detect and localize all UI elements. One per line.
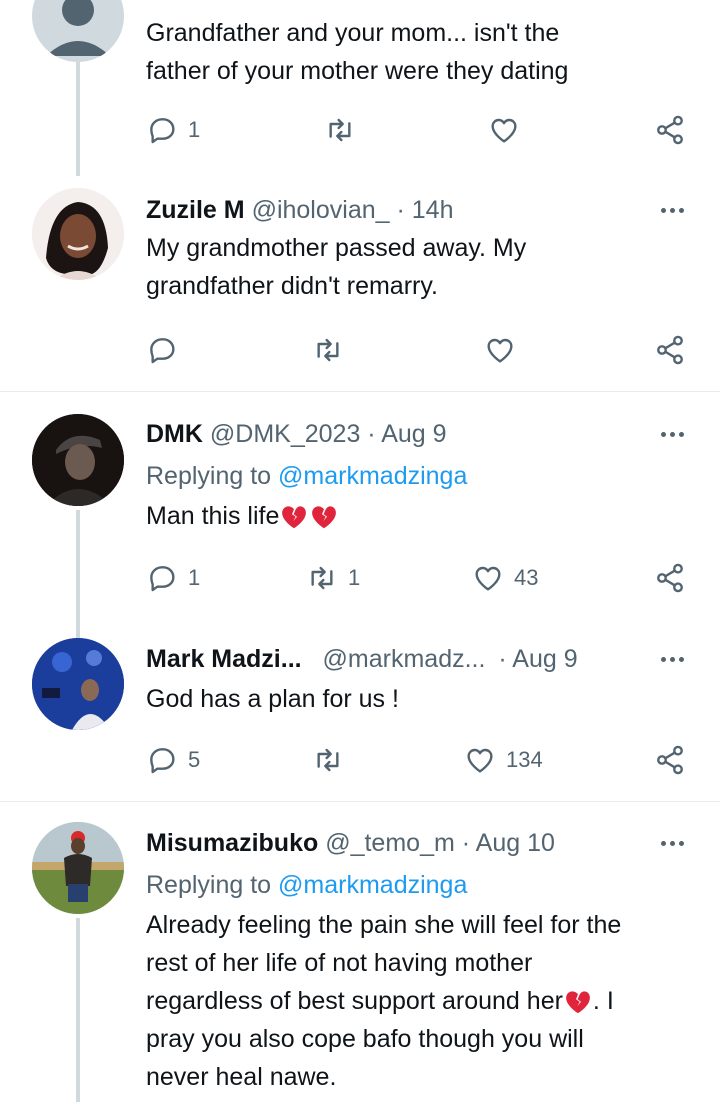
replying-to: Replying to @markmadzinga xyxy=(146,462,468,490)
like-button[interactable] xyxy=(488,110,520,150)
like-icon xyxy=(487,338,513,363)
share-icon xyxy=(657,563,683,593)
more-icon xyxy=(660,207,666,213)
mention-link[interactable]: @markmadzinga xyxy=(278,871,467,899)
reply-button[interactable]: 1 xyxy=(146,558,200,598)
tweet-header: Misumazibuko @_temo_m · Aug 10 xyxy=(146,826,700,860)
thread-line xyxy=(76,918,80,1102)
tweet-header: Mark Madzi... @markmadz... · Aug 9 xyxy=(146,642,700,676)
replying-to: Replying to @markmadzinga xyxy=(146,871,468,899)
reply-button[interactable]: 1 xyxy=(146,110,200,150)
tweet-time[interactable]: · Aug 9 xyxy=(498,645,577,673)
share-button[interactable] xyxy=(654,330,686,370)
user-handle[interactable]: @iholovian_ xyxy=(252,196,390,224)
tweet-header: Zuzile M @iholovian_ · 14h xyxy=(146,193,700,227)
tweet-text: Man this life xyxy=(146,497,700,535)
broken-heart-emoji xyxy=(566,991,590,1014)
user-handle[interactable]: @_temo_m xyxy=(325,829,455,857)
tweet-text: Already feeling the pain she will feel f… xyxy=(146,911,622,1091)
tweet-text: God has a plan for us ! xyxy=(146,685,399,713)
like-button[interactable]: 43 xyxy=(472,558,538,598)
tweet-header: DMK @DMK_2023 · Aug 9 xyxy=(146,417,700,451)
like-icon xyxy=(467,748,493,773)
retweet-button[interactable] xyxy=(312,330,344,370)
share-icon xyxy=(657,115,683,145)
more-options-button[interactable] xyxy=(654,424,690,444)
display-name[interactable]: Misumazibuko xyxy=(146,829,318,857)
mention-link[interactable]: @markmadzinga xyxy=(278,462,467,490)
more-options-button[interactable] xyxy=(654,649,690,669)
share-button[interactable] xyxy=(654,110,686,150)
reply-button[interactable] xyxy=(146,330,178,370)
more-options-button[interactable] xyxy=(654,200,690,220)
broken-heart-emoji xyxy=(312,506,337,529)
avatar-dmk[interactable] xyxy=(32,414,124,506)
like-count: 134 xyxy=(506,747,543,772)
retweet-icon xyxy=(311,566,333,590)
display-name[interactable]: DMK xyxy=(146,420,203,448)
retweet-icon xyxy=(317,748,339,772)
like-icon xyxy=(491,118,517,143)
share-icon xyxy=(657,745,683,775)
tweet-text: Grandfather and your mom... isn't the fa… xyxy=(146,19,569,85)
tweet-text: My grandmother passed away. My grandfath… xyxy=(146,234,527,300)
tweet-actions: 5 134 xyxy=(146,740,694,780)
tweet-divider xyxy=(0,801,720,802)
share-button[interactable] xyxy=(654,740,686,780)
retweet-button[interactable] xyxy=(324,110,356,150)
display-name[interactable]: Zuzile M xyxy=(146,196,245,224)
reply-icon xyxy=(150,566,175,592)
like-button[interactable] xyxy=(484,330,516,370)
thread-line xyxy=(76,510,80,638)
reply-icon xyxy=(150,338,175,364)
user-handle[interactable]: @markmadz... xyxy=(323,645,486,673)
like-button[interactable]: 134 xyxy=(464,740,543,780)
reply-icon xyxy=(150,118,175,144)
reply-icon xyxy=(150,748,175,774)
more-icon xyxy=(660,656,666,662)
broken-heart-emoji xyxy=(282,506,307,529)
more-icon xyxy=(660,840,666,846)
like-icon xyxy=(475,566,501,591)
tweet-actions xyxy=(146,330,694,370)
share-button[interactable] xyxy=(654,558,686,598)
avatar-mark[interactable] xyxy=(32,638,124,730)
reply-count: 5 xyxy=(188,747,201,772)
tweet-actions: 1 1 43 xyxy=(146,558,694,598)
display-name[interactable]: Mark Madzi... xyxy=(146,645,302,673)
share-icon xyxy=(657,335,683,365)
tweet-time[interactable]: · Aug 10 xyxy=(462,829,555,857)
user-handle[interactable]: @DMK_2023 xyxy=(210,420,360,448)
reply-button[interactable]: 5 xyxy=(146,740,200,780)
avatar-zuzile[interactable] xyxy=(32,188,124,280)
avatar-default[interactable] xyxy=(32,0,124,62)
reply-count: 1 xyxy=(188,565,201,590)
reply-count: 1 xyxy=(188,117,201,142)
more-icon xyxy=(660,431,666,437)
avatar-misumazibuko[interactable] xyxy=(32,822,124,914)
thread-line xyxy=(76,58,80,176)
tweet-actions: 1 xyxy=(146,110,694,150)
tweet-divider xyxy=(0,391,720,392)
retweet-button[interactable]: 1 xyxy=(306,558,360,598)
like-count: 43 xyxy=(514,565,539,590)
retweet-count: 1 xyxy=(348,565,361,590)
tweet-time[interactable]: · Aug 9 xyxy=(367,420,446,448)
retweet-button[interactable] xyxy=(312,740,344,780)
retweet-icon xyxy=(317,338,339,362)
retweet-icon xyxy=(329,118,351,142)
tweet-time[interactable]: · 14h xyxy=(396,196,453,224)
more-options-button[interactable] xyxy=(654,833,690,853)
